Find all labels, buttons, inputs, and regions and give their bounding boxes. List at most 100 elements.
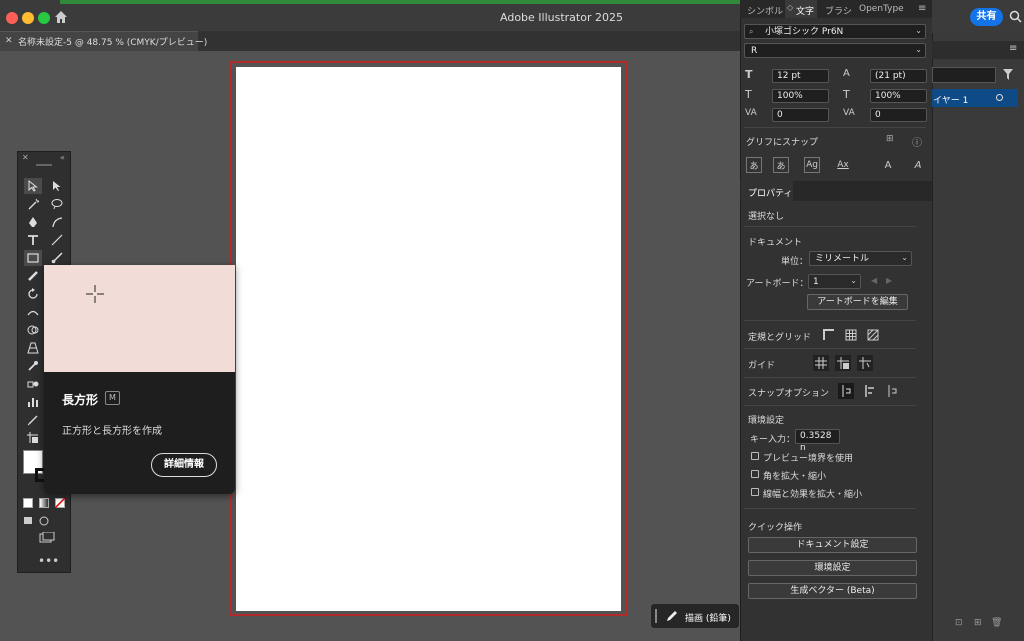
rulers-icon[interactable]: [821, 327, 837, 343]
horizontal-scale-field[interactable]: 100%: [870, 89, 927, 103]
shape-builder-tool-icon[interactable]: [24, 322, 42, 338]
key-input-field[interactable]: 0.3528 n: [795, 429, 840, 453]
artboard[interactable]: [236, 67, 621, 611]
gradient-mode-icon[interactable]: [39, 498, 49, 508]
panel-menu-icon[interactable]: ≡: [918, 3, 926, 14]
glyph-bounds-snap-icon[interactable]: Ag: [804, 157, 820, 173]
collapse-icon[interactable]: «: [60, 153, 65, 162]
draw-behind-icon[interactable]: [39, 516, 51, 526]
units-dropdown[interactable]: ミリメートル ⌄: [809, 251, 912, 266]
minimize-window-button[interactable]: [22, 12, 34, 24]
proximity-guides-icon[interactable]: Ax: [835, 157, 851, 173]
divider: [744, 348, 916, 349]
next-artboard-icon[interactable]: ▶: [886, 276, 892, 285]
none-mode-icon[interactable]: [55, 498, 65, 508]
use-preview-bounds-label: プレビュー境界を使用: [763, 454, 854, 464]
glyph-snap-options-icon[interactable]: ⊞: [886, 134, 894, 144]
scale-corners-checkbox[interactable]: [751, 470, 759, 478]
draw-mode-label[interactable]: 描画 (鉛筆): [685, 611, 731, 624]
new-sublayer-icon[interactable]: ⊡: [955, 618, 963, 628]
lock-guides-icon[interactable]: [835, 355, 851, 371]
close-icon[interactable]: ✕: [22, 153, 29, 162]
show-guides-icon[interactable]: [813, 355, 829, 371]
new-layer-icon[interactable]: ⊞: [974, 618, 982, 628]
layer-search-field[interactable]: [932, 67, 996, 83]
layer-target-icon[interactable]: [996, 94, 1003, 101]
pen-tool-icon[interactable]: [24, 214, 42, 230]
blend-tool-icon[interactable]: [24, 376, 42, 392]
preferences-button[interactable]: 環境設定: [748, 560, 917, 576]
color-mode-icon[interactable]: [23, 498, 33, 508]
panel-menu-arrows-icon[interactable]: ◇: [787, 3, 793, 12]
search-icon[interactable]: [1009, 10, 1022, 23]
perspective-grid-tool-icon[interactable]: [24, 340, 42, 356]
column-graph-tool-icon[interactable]: [24, 394, 42, 410]
tab-symbols[interactable]: シンボル: [747, 4, 783, 17]
close-tab-icon[interactable]: ✕: [5, 36, 13, 46]
rectangle-tool-icon[interactable]: [24, 250, 42, 266]
vertical-scale-field[interactable]: 100%: [772, 89, 829, 103]
warp-tool-icon[interactable]: [24, 304, 42, 320]
line-segment-tool-icon[interactable]: [48, 232, 66, 248]
pencil-tool-icon[interactable]: [24, 268, 42, 284]
rotate-tool-icon[interactable]: [24, 286, 42, 302]
font-style-field[interactable]: R ⌄: [744, 43, 926, 58]
magic-wand-tool-icon[interactable]: [24, 196, 42, 212]
snap-to-pixel-icon[interactable]: [861, 383, 877, 399]
tab-properties[interactable]: プロパティ: [748, 186, 792, 199]
angular-guides-icon[interactable]: A: [880, 157, 896, 173]
generative-vector-button[interactable]: 生成ベクター (Beta): [748, 583, 917, 599]
info-icon[interactable]: ⓘ: [912, 134, 922, 149]
tracking-field[interactable]: 0: [870, 108, 927, 122]
snap-to-point-icon[interactable]: [838, 383, 854, 399]
divider: [744, 320, 916, 321]
divider: [744, 127, 926, 128]
share-button[interactable]: 共有: [970, 8, 1003, 26]
screen-mode-icon[interactable]: [39, 532, 55, 544]
use-preview-bounds-checkbox[interactable]: [751, 452, 759, 460]
edit-toolbar-icon[interactable]: •••: [38, 554, 59, 568]
transparency-grid-icon[interactable]: [865, 327, 881, 343]
smart-guides-icon[interactable]: [857, 355, 873, 371]
scale-strokes-checkbox[interactable]: [751, 488, 759, 496]
font-size-field[interactable]: 12 pt: [772, 69, 829, 83]
slice-tool-icon[interactable]: [24, 412, 42, 428]
tab-character[interactable]: 文字: [796, 4, 814, 17]
font-family-field[interactable]: ⌕ 小塚ゴシック Pr6N ⌄: [744, 24, 926, 39]
trash-icon[interactable]: 🗑: [991, 618, 1002, 628]
x-height-snap-icon[interactable]: あ: [773, 157, 789, 173]
snap-to-glyph-icon[interactable]: [884, 383, 900, 399]
draw-normal-icon[interactable]: [23, 516, 35, 526]
direct-selection-tool-icon[interactable]: [48, 178, 66, 194]
close-window-button[interactable]: [6, 12, 18, 24]
learn-more-button[interactable]: 詳細情報: [151, 453, 217, 477]
selection-tool-icon[interactable]: [24, 178, 42, 194]
curvature-tool-icon[interactable]: [48, 214, 66, 230]
layer-name: イヤー 1: [933, 96, 969, 106]
grid-icon[interactable]: [843, 327, 859, 343]
document-setup-button[interactable]: ドキュメント設定: [748, 537, 917, 553]
panel-menu-icon[interactable]: ≡: [1009, 43, 1017, 54]
home-icon[interactable]: [53, 9, 69, 25]
artboard-tool-icon[interactable]: [24, 430, 42, 446]
chevron-down-icon: ⌄: [901, 253, 908, 262]
drag-handle[interactable]: [655, 609, 657, 623]
artboard-dropdown[interactable]: 1 ⌄: [808, 274, 861, 289]
zoom-window-button[interactable]: [38, 12, 50, 24]
eyedropper-tool-icon[interactable]: [24, 358, 42, 374]
lasso-tool-icon[interactable]: [48, 196, 66, 212]
tool-tooltip: 長方形 M 正方形と長方形を作成 詳細情報: [44, 265, 235, 494]
drag-handle[interactable]: [36, 164, 52, 166]
tab-opentype[interactable]: OpenType: [859, 4, 904, 14]
edit-artboards-button[interactable]: アートボードを編集: [807, 294, 908, 310]
quick-actions-heading: クイック操作: [748, 523, 803, 533]
type-tool-icon[interactable]: [24, 232, 42, 248]
leading-field[interactable]: (21 pt): [870, 69, 927, 83]
kerning-field[interactable]: 0: [772, 108, 829, 122]
tab-brushes[interactable]: ブラシ: [825, 4, 852, 17]
filter-icon[interactable]: [1003, 69, 1013, 80]
previous-artboard-icon[interactable]: ◀: [871, 276, 877, 285]
paintbrush-tool-icon[interactable]: [48, 250, 66, 266]
baseline-snap-icon[interactable]: あ: [746, 157, 762, 173]
anchor-point-icon[interactable]: A: [910, 157, 926, 173]
